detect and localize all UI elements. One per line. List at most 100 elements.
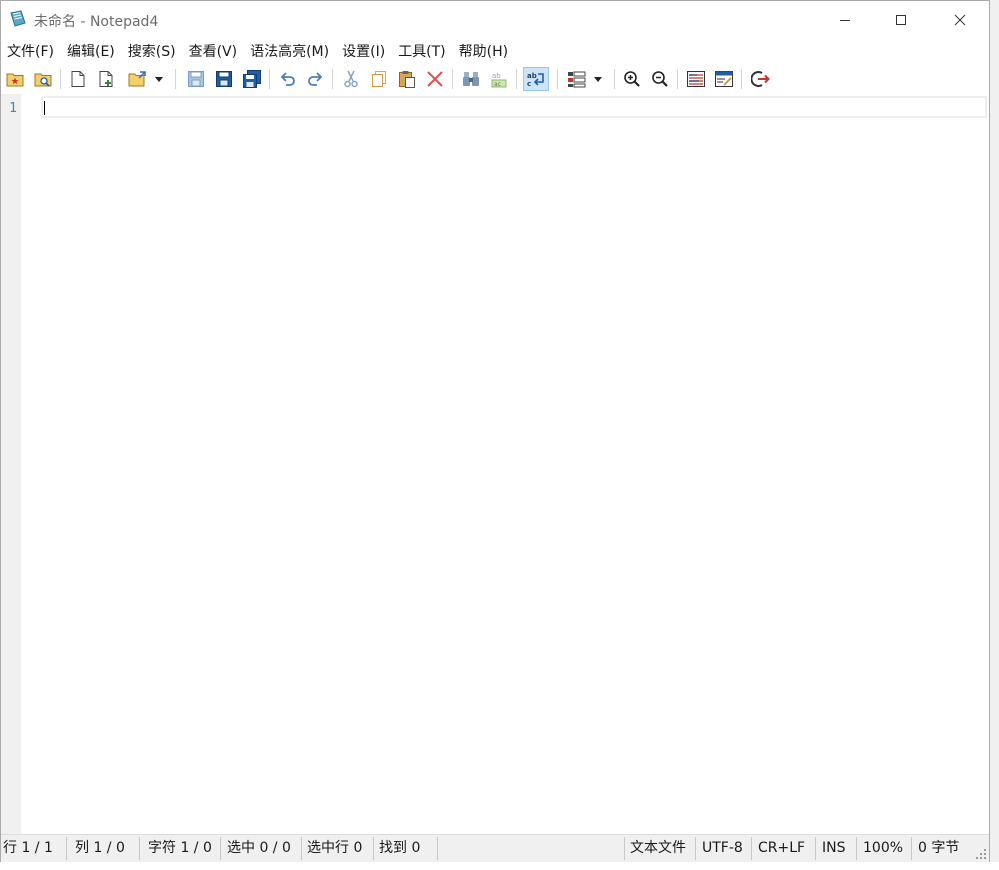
delete-button[interactable] xyxy=(424,68,446,90)
word-wrap-button[interactable]: ab c xyxy=(523,67,549,91)
toolbar-separator xyxy=(614,69,615,89)
maximize-icon xyxy=(896,14,906,25)
line-number-gutter[interactable]: 1 xyxy=(1,94,21,834)
svg-text:ab: ab xyxy=(492,72,501,80)
replace-button[interactable]: ab ac xyxy=(488,68,510,90)
current-line-highlight[interactable] xyxy=(41,96,987,118)
delete-icon xyxy=(427,71,443,87)
menu-view[interactable]: 查看(V) xyxy=(183,41,245,61)
notepad-app-icon[interactable] xyxy=(9,10,27,28)
word-wrap-icon: ab c xyxy=(527,72,544,88)
find-icon xyxy=(463,72,479,86)
undo-button[interactable] xyxy=(277,68,299,90)
zoom-out-button[interactable] xyxy=(649,68,671,90)
status-separator xyxy=(220,837,221,860)
svg-text:ab: ab xyxy=(527,72,537,80)
menu-tools[interactable]: 工具(T) xyxy=(392,41,452,61)
find-button[interactable] xyxy=(460,68,482,90)
status-file-type[interactable]: 文本文件 xyxy=(628,835,686,862)
status-separator xyxy=(624,837,625,860)
desktop-background xyxy=(990,0,999,870)
status-separator xyxy=(301,837,302,860)
save-copy-button[interactable] xyxy=(241,68,263,90)
save-as-icon xyxy=(216,71,232,87)
status-character[interactable]: 字符 1 / 0 xyxy=(146,835,212,862)
toolbar-separator xyxy=(677,69,678,89)
status-line-ending[interactable]: CR+LF xyxy=(756,835,805,862)
close-button[interactable] xyxy=(931,1,989,38)
paste-button[interactable] xyxy=(396,68,418,90)
status-separator xyxy=(695,837,696,860)
window-title: 未命名 - Notepad4 xyxy=(34,14,159,30)
status-size[interactable]: 0 字节 xyxy=(916,835,959,862)
zoom-in-icon xyxy=(624,71,640,87)
cut-button[interactable] xyxy=(340,68,362,90)
menu-settings[interactable]: 设置(I) xyxy=(336,41,392,61)
menu-syntax-highlight[interactable]: 语法高亮(M) xyxy=(244,41,336,61)
toolbar-separator xyxy=(269,69,270,89)
save-button[interactable] xyxy=(185,68,207,90)
replace-icon: ab ac xyxy=(491,72,507,88)
undo-icon xyxy=(280,72,295,86)
status-separator xyxy=(66,837,67,860)
menu-search[interactable]: 搜索(S) xyxy=(122,41,183,61)
new-window-button[interactable] xyxy=(95,68,117,90)
open-folder-icon xyxy=(128,71,146,87)
redo-icon xyxy=(308,72,323,86)
status-separator xyxy=(139,837,140,860)
text-caret xyxy=(44,101,45,115)
open-recent-dropdown[interactable] xyxy=(152,68,166,90)
line-number: 1 xyxy=(9,101,17,116)
paste-icon xyxy=(399,71,415,88)
title-bar[interactable]: 未命名 - Notepad4 xyxy=(1,1,989,38)
scheme-button[interactable] xyxy=(566,68,588,90)
status-selected-lines[interactable]: 选中行 0 xyxy=(305,835,362,862)
status-line[interactable]: 行 1 / 1 xyxy=(1,835,53,862)
desktop-background-bottom xyxy=(0,862,999,870)
new-file-button[interactable] xyxy=(67,68,89,90)
save-copy-icon xyxy=(243,70,261,88)
redo-button[interactable] xyxy=(304,68,326,90)
svg-text:c: c xyxy=(527,80,531,88)
zoom-in-button[interactable] xyxy=(621,68,643,90)
menu-help[interactable]: 帮助(H) xyxy=(453,41,515,61)
status-separator xyxy=(373,837,374,860)
status-separator xyxy=(437,837,438,860)
status-column[interactable]: 列 1 / 0 xyxy=(73,835,125,862)
find-file-icon xyxy=(34,73,52,87)
close-icon xyxy=(954,14,966,25)
svg-text:ac: ac xyxy=(494,81,501,88)
edit-settings-button[interactable] xyxy=(713,68,735,90)
toolbar-separator xyxy=(516,69,517,89)
status-found[interactable]: 找到 0 xyxy=(377,835,420,862)
menu-edit[interactable]: 编辑(E) xyxy=(61,41,122,61)
favorites-button[interactable] xyxy=(4,68,26,90)
save-icon xyxy=(188,71,204,87)
maximize-button[interactable] xyxy=(872,1,930,38)
copy-button[interactable] xyxy=(368,68,390,90)
save-as-button[interactable] xyxy=(213,68,235,90)
status-encoding[interactable]: UTF-8 xyxy=(700,835,743,862)
settings-list-icon xyxy=(687,71,705,87)
dropdown-arrow-icon xyxy=(155,77,163,82)
open-file-button[interactable] xyxy=(127,68,149,90)
toolbar-separator xyxy=(452,69,453,89)
status-insert-mode[interactable]: INS xyxy=(820,835,846,862)
toolbar-separator xyxy=(60,69,61,89)
find-file-button[interactable] xyxy=(32,68,54,90)
settings-list-button[interactable] xyxy=(685,68,707,90)
status-zoom[interactable]: 100% xyxy=(861,835,903,862)
minimize-button[interactable] xyxy=(816,1,874,38)
text-editor[interactable]: 1 xyxy=(1,94,989,834)
resize-grip-icon[interactable] xyxy=(975,848,987,860)
scheme-dropdown[interactable] xyxy=(591,68,605,90)
edit-settings-icon xyxy=(715,71,733,87)
dropdown-arrow-icon xyxy=(594,77,602,82)
exit-button[interactable] xyxy=(750,68,772,90)
menu-bar: 文件(F) 编辑(E) 搜索(S) 查看(V) 语法高亮(M) 设置(I) 工具… xyxy=(1,38,989,63)
menu-file[interactable]: 文件(F) xyxy=(1,41,61,61)
new-file-icon xyxy=(71,71,85,87)
status-selection[interactable]: 选中 0 / 0 xyxy=(225,835,291,862)
toolbar-separator xyxy=(175,69,176,89)
favorites-icon xyxy=(6,73,24,87)
